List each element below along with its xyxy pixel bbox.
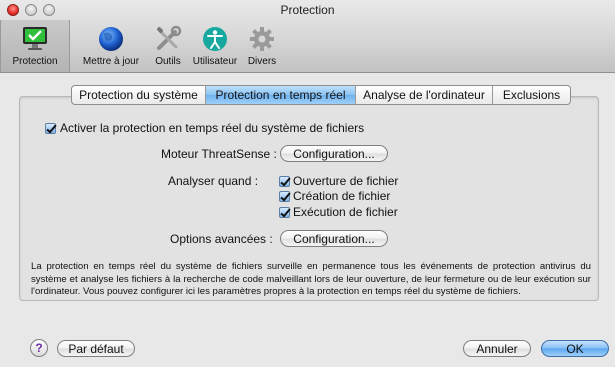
gear-icon (250, 27, 274, 51)
help-button[interactable]: ? (30, 339, 48, 357)
realtime-description-text: La protection en temps réel du système d… (31, 261, 591, 297)
settings-tabs: Protection du système Protection en temp… (71, 85, 571, 105)
tab-exclusions[interactable]: Exclusions (493, 86, 570, 104)
toolbar-label-user: Utilisateur (192, 56, 238, 67)
tab-system-protection[interactable]: Protection du système (72, 86, 206, 104)
scan-on-execute-checkbox[interactable] (279, 207, 290, 218)
toolbar-label-protection: Protection (12, 56, 58, 67)
toolbar-item-update[interactable]: Mettre à jour (77, 20, 145, 72)
cancel-button[interactable]: Annuler (463, 340, 531, 357)
scan-when-label: Analyser quand : (168, 174, 259, 188)
toolbar-label-tools: Outils (155, 56, 181, 67)
scan-on-create-label: Création de fichier (293, 189, 391, 203)
monitor-check-icon (23, 27, 47, 50)
toolbar-item-protection[interactable]: Protection (0, 20, 70, 72)
toolbar-item-tools[interactable]: Outils (148, 20, 188, 72)
title-toolbar: Protection Protection Mettre à jour Outi… (0, 0, 615, 73)
toolbar-label-misc: Divers (247, 56, 277, 67)
scan-on-execute-label: Exécution de fichier (293, 205, 398, 219)
tools-icon (156, 25, 182, 50)
advanced-configuration-button[interactable]: Configuration... (280, 230, 388, 247)
advanced-options-label: Options avancées : (170, 232, 273, 246)
toolbar-item-user[interactable]: Utilisateur (190, 20, 240, 72)
toolbar-label-update: Mettre à jour (82, 56, 140, 67)
window-title: Protection (280, 3, 335, 17)
ok-button[interactable]: OK (541, 340, 609, 357)
scan-on-create-checkbox[interactable] (279, 191, 290, 202)
engine-configuration-button[interactable]: Configuration... (280, 145, 388, 162)
tab-computer-scan[interactable]: Analyse de l'ordinateur (356, 86, 493, 104)
engine-label: Moteur ThreatSense : (161, 147, 277, 161)
user-accessibility-icon (203, 27, 227, 51)
preferences-window: Protection Protection Mettre à jour Outi… (0, 0, 615, 367)
scan-on-open-label: Ouverture de fichier (293, 174, 399, 188)
globe-update-icon (99, 27, 123, 51)
default-button[interactable]: Par défaut (57, 340, 135, 357)
tab-realtime-protection[interactable]: Protection en temps réel (206, 86, 356, 104)
enable-realtime-checkbox[interactable] (45, 123, 56, 134)
scan-on-open-checkbox[interactable] (279, 176, 290, 187)
toolbar-item-misc[interactable]: Divers (244, 20, 280, 72)
enable-realtime-label: Activer la protection en temps réel du s… (60, 121, 365, 135)
